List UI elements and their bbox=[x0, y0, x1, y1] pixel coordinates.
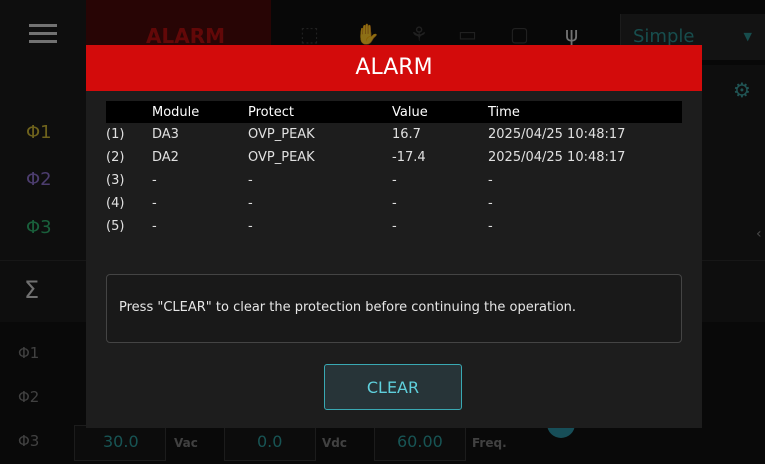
protect-cell: - bbox=[248, 219, 253, 234]
column-header-protect: Protect bbox=[248, 101, 392, 123]
value-cell: -17.4 bbox=[392, 150, 426, 165]
protect-cell: OVP_PEAK bbox=[248, 127, 315, 142]
table-row: (5) - - - - bbox=[106, 215, 682, 238]
row-index: (3) bbox=[106, 173, 125, 188]
column-header-time: Time bbox=[488, 101, 682, 123]
module-cell: DA2 bbox=[152, 150, 179, 165]
table-row: (4) - - - - bbox=[106, 192, 682, 215]
row-index: (4) bbox=[106, 196, 125, 211]
module-cell: - bbox=[152, 173, 157, 188]
row-index: (1) bbox=[106, 127, 125, 142]
protect-cell: OVP_PEAK bbox=[248, 150, 315, 165]
value-cell: - bbox=[392, 173, 397, 188]
table-row: (1) DA3 OVP_PEAK 16.7 2025/04/25 10:48:1… bbox=[106, 123, 682, 146]
module-cell: - bbox=[152, 196, 157, 211]
time-cell: - bbox=[488, 219, 493, 234]
clear-button[interactable]: CLEAR bbox=[324, 364, 462, 410]
row-index: (5) bbox=[106, 219, 125, 234]
time-cell: - bbox=[488, 173, 493, 188]
table-row: (2) DA2 OVP_PEAK -17.4 2025/04/25 10:48:… bbox=[106, 146, 682, 169]
value-cell: - bbox=[392, 196, 397, 211]
protect-cell: - bbox=[248, 173, 253, 188]
message-box: Press "CLEAR" to clear the protection be… bbox=[106, 274, 682, 343]
module-cell: - bbox=[152, 219, 157, 234]
protect-cell: - bbox=[248, 196, 253, 211]
column-header-value: Value bbox=[392, 101, 488, 123]
alarm-dialog: ALARM Module Protect Value Time (1) DA3 … bbox=[86, 45, 702, 428]
column-header bbox=[106, 101, 152, 123]
dialog-header: ALARM bbox=[86, 45, 702, 91]
alarm-table: Module Protect Value Time (1) DA3 OVP_PE… bbox=[106, 101, 682, 238]
module-cell: DA3 bbox=[152, 127, 179, 142]
table-header-row: Module Protect Value Time bbox=[106, 101, 682, 123]
time-cell: 2025/04/25 10:48:17 bbox=[488, 150, 626, 165]
time-cell: 2025/04/25 10:48:17 bbox=[488, 127, 626, 142]
dialog-title: ALARM bbox=[355, 55, 433, 80]
value-cell: - bbox=[392, 219, 397, 234]
column-header-module: Module bbox=[152, 101, 248, 123]
table-row: (3) - - - - bbox=[106, 169, 682, 192]
message-text: Press "CLEAR" to clear the protection be… bbox=[119, 300, 577, 315]
time-cell: - bbox=[488, 196, 493, 211]
row-index: (2) bbox=[106, 150, 125, 165]
value-cell: 16.7 bbox=[392, 127, 421, 142]
